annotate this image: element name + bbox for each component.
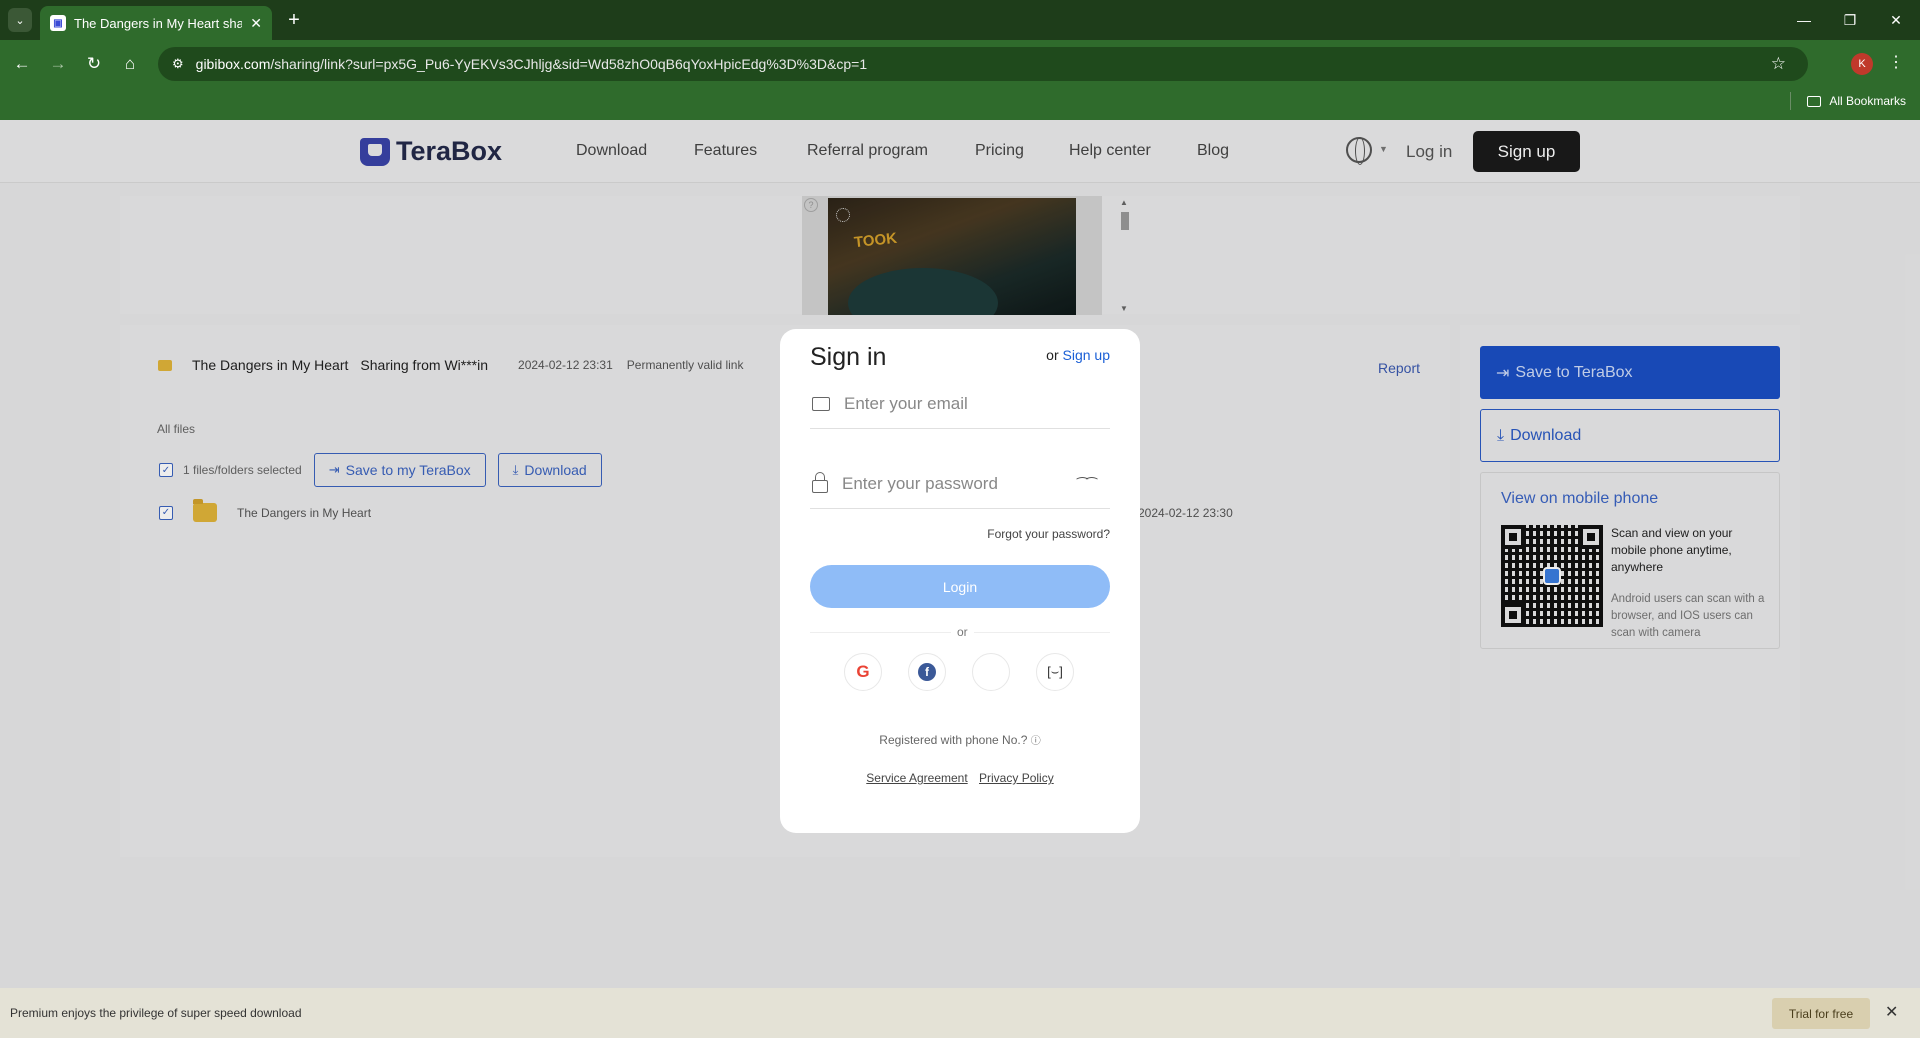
close-icon[interactable]: ✕ — [1885, 1002, 1898, 1022]
home-icon[interactable]: ⌂ — [116, 50, 144, 78]
premium-banner: Premium enjoys the privilege of super sp… — [0, 988, 1920, 1038]
tab-title: The Dangers in My Heart share — [74, 15, 243, 31]
password-input[interactable] — [842, 473, 1072, 494]
bookmark-star-icon[interactable]: ☆ — [1771, 54, 1786, 74]
profile-avatar[interactable]: K — [1851, 53, 1873, 75]
help-icon[interactable]: ⓘ — [1031, 736, 1041, 747]
email-field[interactable] — [810, 379, 1110, 429]
restore-icon[interactable]: ❐ — [1830, 6, 1870, 34]
all-bookmarks-label: All Bookmarks — [1829, 94, 1906, 108]
or-signup: or Sign up — [1046, 347, 1110, 363]
google-login-button[interactable]: G — [844, 653, 882, 691]
phone-registered-text: Registered with phone No.? — [879, 733, 1028, 747]
browser-tab[interactable]: ▣ The Dangers in My Heart share ✕ — [40, 6, 272, 40]
url-path: /sharing/link?surl=px5G_Pu6-YyEKVs3CJhlj… — [270, 56, 868, 72]
facebook-icon: f — [918, 663, 936, 681]
all-bookmarks[interactable]: All Bookmarks — [1790, 92, 1906, 110]
facebook-login-button[interactable]: f — [908, 653, 946, 691]
signup-link[interactable]: Sign up — [1063, 347, 1110, 363]
divider — [1790, 92, 1792, 110]
google-icon: G — [856, 662, 870, 681]
eye-closed-icon[interactable]: ⁀⁀ — [1077, 477, 1097, 493]
terabox-favicon-icon: ▣ — [50, 15, 66, 31]
email-input[interactable] — [844, 393, 1074, 414]
reload-icon[interactable]: ↻ — [80, 50, 108, 78]
trial-button[interactable]: Trial for free — [1772, 998, 1870, 1029]
scan-login-button[interactable]: [⌣] — [1036, 653, 1074, 691]
or-prefix: or — [1046, 347, 1059, 363]
scan-icon: [⌣] — [1047, 664, 1063, 679]
forward-icon[interactable]: → — [44, 50, 72, 78]
url-host: gibibox.com — [195, 56, 271, 72]
browser-menu-icon[interactable]: ⋮ — [1888, 52, 1904, 72]
apple-login-button[interactable] — [972, 653, 1010, 691]
forgot-password-link[interactable]: Forgot your password? — [987, 527, 1110, 541]
or-divider-text: or — [951, 625, 974, 639]
modal-title: Sign in — [810, 343, 887, 371]
site-info-icon[interactable]: ⚙ — [172, 56, 184, 72]
folder-icon — [1807, 95, 1822, 107]
browser-toolbar: ← → ↻ ⌂ ⚙ gibibox.com/sharing/link?surl=… — [0, 40, 1920, 124]
signin-modal: Sign in or Sign up ⁀⁀ Forgot your passwo… — [780, 329, 1140, 833]
service-agreement-link[interactable]: Service Agreement — [866, 771, 967, 785]
back-icon[interactable]: ← — [8, 50, 36, 78]
address-bar[interactable]: ⚙ gibibox.com/sharing/link?surl=px5G_Pu6… — [158, 47, 1808, 81]
minimize-icon[interactable]: — — [1784, 6, 1824, 34]
login-button[interactable]: Login — [810, 565, 1110, 608]
phone-registered[interactable]: Registered with phone No.? ⓘ — [780, 732, 1140, 747]
mail-icon — [812, 396, 830, 411]
privacy-policy-link[interactable]: Privacy Policy — [979, 771, 1054, 785]
legal-links: Service Agreement Privacy Policy — [780, 771, 1140, 785]
tab-search-button[interactable]: ⌄ — [8, 8, 32, 32]
browser-tab-bar: ⌄ ▣ The Dangers in My Heart share ✕ + — … — [0, 0, 1920, 40]
new-tab-button[interactable]: + — [282, 8, 306, 32]
close-tab-icon[interactable]: ✕ — [250, 15, 262, 32]
password-field[interactable]: ⁀⁀ — [810, 459, 1110, 509]
close-window-icon[interactable]: ✕ — [1876, 6, 1916, 34]
premium-message: Premium enjoys the privilege of super sp… — [10, 1006, 302, 1020]
lock-icon — [812, 472, 828, 493]
